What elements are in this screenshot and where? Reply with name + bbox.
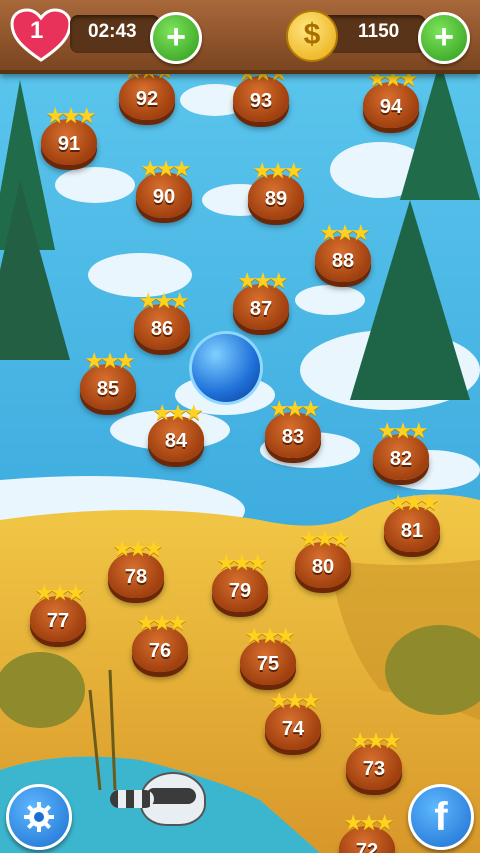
level-stars: ★★★ bbox=[216, 550, 267, 575]
level-stars: ★★★ bbox=[45, 103, 96, 128]
level-number: 92 bbox=[135, 88, 159, 110]
level-number: 77 bbox=[46, 610, 70, 632]
level-node[interactable]: ★★★ 81 bbox=[380, 490, 444, 556]
level-stars: ★★★ bbox=[84, 348, 135, 373]
level-node[interactable]: ★★★ 79 bbox=[208, 550, 272, 616]
coins-count: 1150 bbox=[358, 21, 400, 42]
level-node[interactable]: ★★★ 83 bbox=[261, 396, 325, 462]
level-node[interactable]: ★★★ 87 bbox=[229, 268, 293, 334]
level-stars: ★★★ bbox=[319, 220, 370, 245]
level-number: 74 bbox=[281, 718, 305, 740]
level-map: ★★★92 ★★★93 ★★★94 ★★★91 ★★★90 ★★★89 ★★★8… bbox=[0, 0, 480, 853]
level-node[interactable]: ★★★ 82 bbox=[369, 418, 433, 484]
level-number: 80 bbox=[311, 556, 335, 578]
add-coins-button[interactable]: + bbox=[418, 12, 470, 64]
level-stars: ★★★ bbox=[244, 623, 295, 648]
level-node[interactable]: ★★★ 72 bbox=[335, 810, 399, 853]
level-number: 87 bbox=[249, 298, 273, 320]
level-number: 73 bbox=[362, 758, 386, 780]
level-node[interactable]: ★★★ 73 bbox=[342, 728, 406, 794]
level-node[interactable]: ★★★ 77 bbox=[26, 580, 90, 646]
level-number: 72 bbox=[355, 840, 379, 853]
level-node[interactable]: ★★★ 76 bbox=[128, 610, 192, 676]
level-stars: ★★★ bbox=[343, 810, 394, 835]
level-stars: ★★★ bbox=[136, 610, 187, 635]
add-lives-button[interactable]: + bbox=[150, 12, 202, 64]
level-node[interactable]: ★★★ 94 bbox=[359, 66, 423, 132]
level-number: 85 bbox=[96, 378, 120, 400]
level-number: 83 bbox=[281, 426, 305, 448]
level-node[interactable]: ★★★ 78 bbox=[104, 536, 168, 602]
level-number: 89 bbox=[264, 188, 288, 210]
level-stars: ★★★ bbox=[237, 268, 288, 293]
level-node[interactable]: ★★★ 91 bbox=[37, 103, 101, 169]
level-number: 88 bbox=[331, 250, 355, 272]
level-number: 82 bbox=[389, 448, 413, 470]
level-number: 90 bbox=[152, 186, 176, 208]
level-stars: ★★★ bbox=[34, 580, 85, 605]
raccoon-character bbox=[110, 772, 210, 852]
level-number: 84 bbox=[164, 430, 188, 452]
top-bar: 1 02:43 + $ 1150 + bbox=[0, 0, 480, 74]
level-stars: ★★★ bbox=[152, 400, 203, 425]
level-number: 94 bbox=[379, 96, 403, 118]
level-number: 81 bbox=[400, 520, 424, 542]
level-stars: ★★★ bbox=[269, 688, 320, 713]
level-number: 75 bbox=[256, 653, 280, 675]
coin-icon: $ bbox=[286, 10, 338, 62]
level-node[interactable]: ★★★ 88 bbox=[311, 220, 375, 286]
level-number: 86 bbox=[150, 318, 174, 340]
level-node[interactable]: ★★★ 90 bbox=[132, 156, 196, 222]
lives-timer: 02:43 bbox=[88, 21, 137, 42]
level-node[interactable]: ★★★ 75 bbox=[236, 623, 300, 689]
level-node[interactable]: ★★★ 80 bbox=[291, 526, 355, 592]
facebook-button[interactable]: f bbox=[408, 784, 474, 850]
level-number: 79 bbox=[228, 580, 252, 602]
facebook-icon: f bbox=[434, 795, 448, 839]
level-stars: ★★★ bbox=[377, 418, 428, 443]
level-stars: ★★★ bbox=[140, 156, 191, 181]
gear-icon bbox=[24, 802, 54, 832]
level-number: 93 bbox=[249, 90, 273, 112]
level-stars: ★★★ bbox=[252, 158, 303, 183]
level-stars: ★★★ bbox=[299, 526, 350, 551]
level-node[interactable]: ★★★ 74 bbox=[261, 688, 325, 754]
level-stars: ★★★ bbox=[388, 490, 439, 515]
level-node[interactable]: ★★★ 84 bbox=[144, 400, 208, 466]
level-node[interactable]: ★★★ 85 bbox=[76, 348, 140, 414]
level-number: 76 bbox=[148, 640, 172, 662]
level-stars: ★★★ bbox=[350, 728, 401, 753]
level-stars: ★★★ bbox=[269, 396, 320, 421]
level-number: 91 bbox=[57, 133, 81, 155]
bubble-powerup[interactable] bbox=[192, 334, 260, 402]
level-number: 78 bbox=[124, 566, 148, 588]
level-node[interactable]: ★★★ 86 bbox=[130, 288, 194, 354]
settings-button[interactable] bbox=[6, 784, 72, 850]
lives-count: 1 bbox=[30, 17, 44, 44]
level-stars: ★★★ bbox=[112, 536, 163, 561]
level-node[interactable]: ★★★ 89 bbox=[244, 158, 308, 224]
level-stars: ★★★ bbox=[138, 288, 189, 313]
